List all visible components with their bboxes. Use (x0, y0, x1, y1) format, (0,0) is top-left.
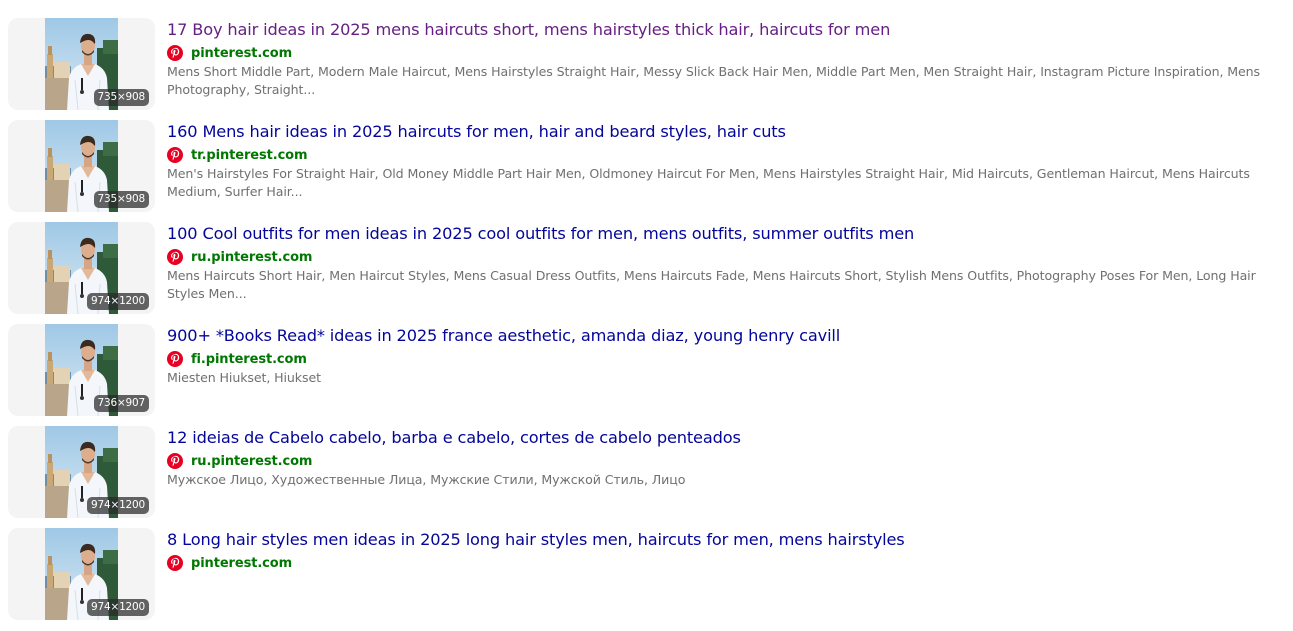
image-dimensions-badge: 735×908 (93, 191, 149, 208)
image-dimensions-badge: 736×907 (93, 395, 149, 412)
result-item: 974×1200 100 Cool outfits for men ideas … (8, 222, 1278, 314)
result-item: 974×1200 8 Long hair styles men ideas in… (8, 528, 1278, 620)
result-thumbnail[interactable]: 735×908 (8, 18, 155, 110)
result-domain-link[interactable]: pinterest.com (191, 556, 292, 571)
result-source: ru.pinterest.com (167, 247, 1278, 267)
result-source: pinterest.com (167, 43, 1278, 63)
pinterest-icon (167, 453, 183, 469)
pinterest-icon (167, 555, 183, 571)
pinterest-icon (167, 45, 183, 61)
result-title-link[interactable]: 17 Boy hair ideas in 2025 mens haircuts … (167, 19, 1278, 41)
result-description: Men's Hairstyles For Straight Hair, Old … (167, 166, 1250, 199)
result-description: Miesten Hiukset, Hiukset (167, 370, 321, 385)
result-title-link[interactable]: 100 Cool outfits for men ideas in 2025 c… (167, 223, 1278, 245)
result-source: pinterest.com (167, 553, 1278, 573)
result-description: Мужское Лицо, Художественные Лица, Мужск… (167, 472, 686, 487)
image-dimensions-badge: 974×1200 (87, 293, 149, 310)
result-domain-link[interactable]: ru.pinterest.com (191, 454, 312, 469)
result-title-link[interactable]: 12 ideias de Cabelo cabelo, barba e cabe… (167, 427, 1278, 449)
result-title-link[interactable]: 160 Mens hair ideas in 2025 haircuts for… (167, 121, 1278, 143)
result-thumbnail[interactable]: 736×907 (8, 324, 155, 416)
result-thumbnail[interactable]: 974×1200 (8, 528, 155, 620)
result-domain-link[interactable]: pinterest.com (191, 46, 292, 61)
pinterest-icon (167, 147, 183, 163)
result-source: tr.pinterest.com (167, 145, 1278, 165)
result-item: 735×908 17 Boy hair ideas in 2025 mens h… (8, 18, 1278, 110)
similar-results-list: 735×908 17 Boy hair ideas in 2025 mens h… (0, 0, 1293, 631)
result-domain-link[interactable]: ru.pinterest.com (191, 250, 312, 265)
result-title-link[interactable]: 8 Long hair styles men ideas in 2025 lon… (167, 529, 1278, 551)
result-thumbnail[interactable]: 974×1200 (8, 222, 155, 314)
result-item: 735×908 160 Mens hair ideas in 2025 hair… (8, 120, 1278, 212)
result-thumbnail[interactable]: 974×1200 (8, 426, 155, 518)
image-dimensions-badge: 974×1200 (87, 599, 149, 616)
result-source: fi.pinterest.com (167, 349, 1278, 369)
result-thumbnail[interactable]: 735×908 (8, 120, 155, 212)
pinterest-icon (167, 351, 183, 367)
image-dimensions-badge: 974×1200 (87, 497, 149, 514)
result-domain-link[interactable]: fi.pinterest.com (191, 352, 307, 367)
result-title-link[interactable]: 900+ *Books Read* ideas in 2025 france a… (167, 325, 1278, 347)
result-domain-link[interactable]: tr.pinterest.com (191, 148, 308, 163)
result-source: ru.pinterest.com (167, 451, 1278, 471)
pinterest-icon (167, 249, 183, 265)
result-description: Mens Short Middle Part, Modern Male Hair… (167, 64, 1261, 97)
result-item: 736×907 900+ *Books Read* ideas in 2025 … (8, 324, 1278, 416)
result-description: Mens Haircuts Short Hair, Men Haircut St… (167, 268, 1256, 301)
result-item: 974×1200 12 ideias de Cabelo cabelo, bar… (8, 426, 1278, 518)
image-dimensions-badge: 735×908 (93, 89, 149, 106)
